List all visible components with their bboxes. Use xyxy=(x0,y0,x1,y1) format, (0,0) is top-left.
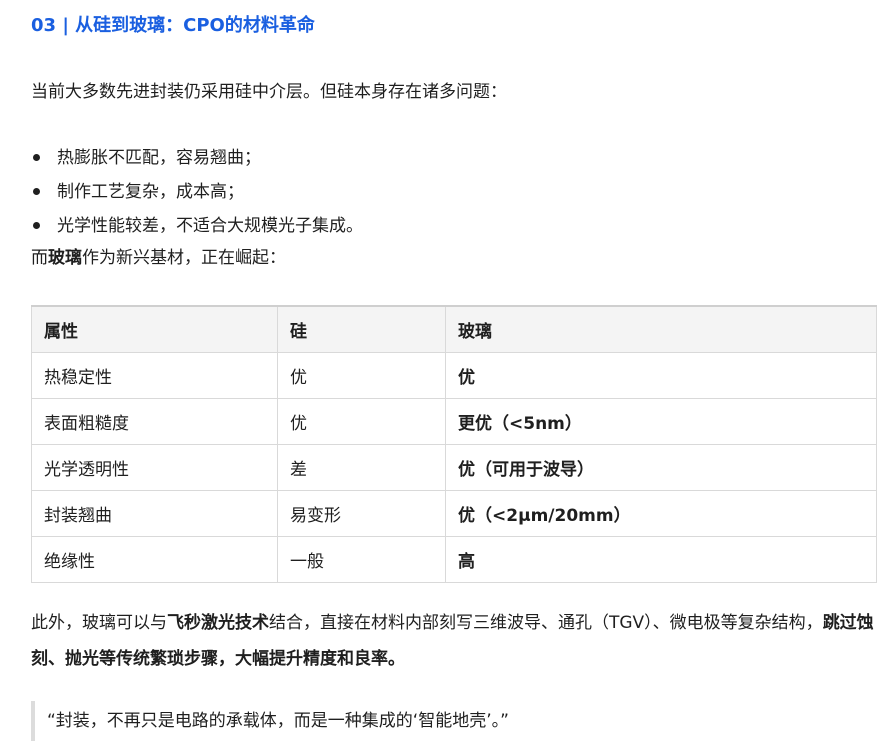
list-item: 光学性能较差，不适合大规模光子集成。 xyxy=(31,209,363,243)
table-row: 热稳定性 优 优 xyxy=(31,351,877,399)
table-row: 绝缘性 一般 高 xyxy=(31,535,877,583)
list-item: 热膨胀不匹配，容易翘曲； xyxy=(31,141,363,175)
lead-bold-text: 玻璃 xyxy=(48,248,82,268)
table-header-row: 属性 硅 玻璃 xyxy=(31,305,877,353)
outro-bold-text: 飞秒激光技术 xyxy=(167,613,269,633)
problem-list: 热膨胀不匹配，容易翘曲； 制作工艺复杂，成本高； 光学性能较差，不适合大规模光子… xyxy=(31,141,363,243)
table-cell-silicon: 差 xyxy=(277,443,446,491)
table-cell-glass: 优（<2μm/20mm） xyxy=(445,489,877,537)
table-cell-property: 表面粗糙度 xyxy=(31,397,278,445)
table-cell-property: 光学透明性 xyxy=(31,443,278,491)
lead-text: 而 xyxy=(31,248,48,268)
article: 03 | 从硅到玻璃：CPO的材料革命 当前大多数先进封装仍采用硅中介层。但硅本… xyxy=(0,0,895,755)
table-cell-property: 封装翘曲 xyxy=(31,489,278,537)
table-cell-glass: 优（可用于波导） xyxy=(445,443,877,491)
comparison-table: 属性 硅 玻璃 热稳定性 优 优 表面粗糙度 优 更优（<5nm） 光学透明性 … xyxy=(31,305,877,583)
table-cell-glass: 更优（<5nm） xyxy=(445,397,877,445)
table-row: 表面粗糙度 优 更优（<5nm） xyxy=(31,397,877,445)
table-row: 光学透明性 差 优（可用于波导） xyxy=(31,443,877,491)
section-heading: 03 | 从硅到玻璃：CPO的材料革命 xyxy=(31,15,315,36)
outro-paragraph: 此外，玻璃可以与飞秒激光技术结合，直接在材料内部刻写三维波导、通孔（TGV）、微… xyxy=(31,605,881,677)
table-cell-silicon: 易变形 xyxy=(277,489,446,537)
lead-paragraph: 而玻璃作为新兴基材，正在崛起： xyxy=(31,243,286,273)
blockquote: “封装，不再只是电路的承载体，而是一种集成的‘智能地壳’。” xyxy=(31,701,509,741)
table-cell-glass: 高 xyxy=(445,535,877,583)
table-cell-glass: 优 xyxy=(445,351,877,399)
list-item: 制作工艺复杂，成本高； xyxy=(31,175,363,209)
column-header-silicon: 硅 xyxy=(277,305,446,353)
outro-text: 结合，直接在材料内部刻写三维波导、通孔（TGV）、微电极等复杂结构， xyxy=(269,613,823,633)
table-row: 封装翘曲 易变形 优（<2μm/20mm） xyxy=(31,489,877,537)
table-cell-silicon: 一般 xyxy=(277,535,446,583)
intro-paragraph: 当前大多数先进封装仍采用硅中介层。但硅本身存在诸多问题： xyxy=(31,82,507,102)
column-header-property: 属性 xyxy=(31,305,278,353)
outro-text: 此外，玻璃可以与 xyxy=(31,613,167,633)
column-header-glass: 玻璃 xyxy=(445,305,877,353)
lead-text: 作为新兴基材，正在崛起： xyxy=(82,248,286,268)
table-cell-silicon: 优 xyxy=(277,351,446,399)
table-cell-silicon: 优 xyxy=(277,397,446,445)
table-cell-property: 绝缘性 xyxy=(31,535,278,583)
table-cell-property: 热稳定性 xyxy=(31,351,278,399)
